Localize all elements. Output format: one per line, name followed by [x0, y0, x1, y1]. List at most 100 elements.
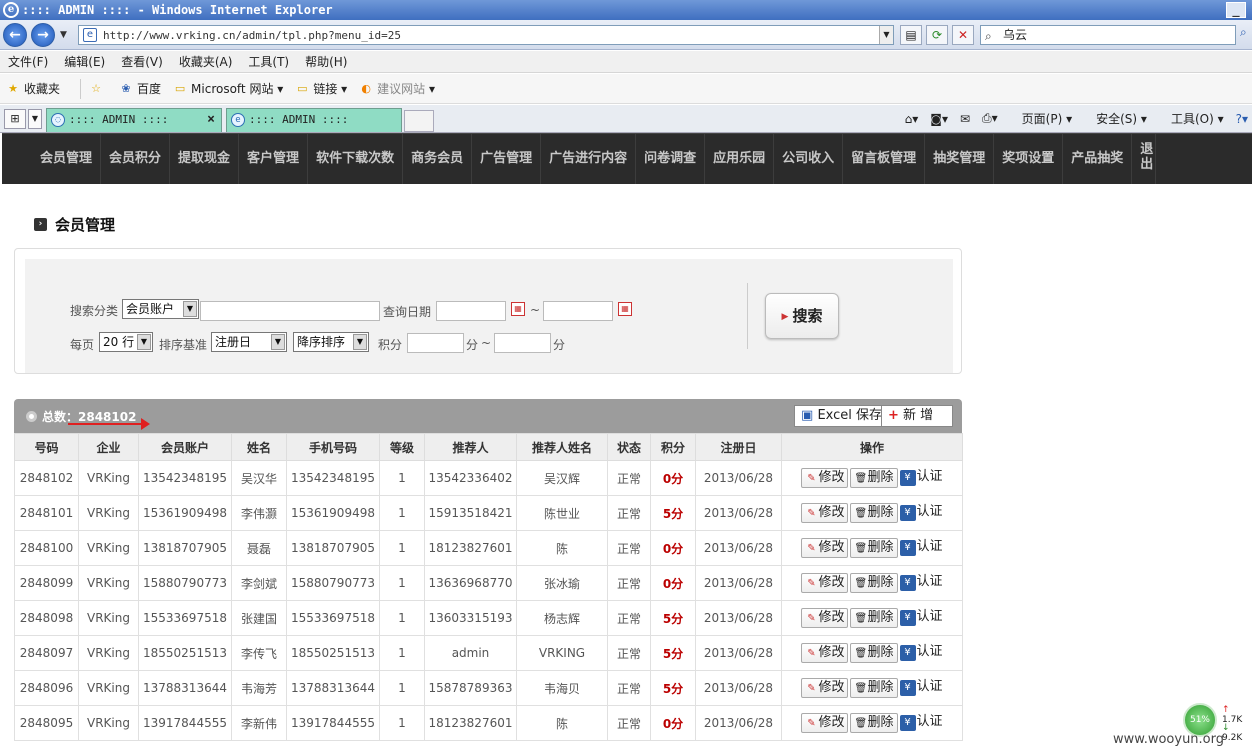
menu-edit[interactable]: 编辑(E) [64, 53, 105, 70]
verify-button[interactable]: ¥ 认证 [899, 678, 943, 698]
delete-button[interactable]: 🗑删除 [850, 643, 898, 663]
nav-survey[interactable]: 问卷调查 [636, 134, 706, 184]
calendar-icon[interactable]: ▦ [511, 302, 525, 316]
delete-button[interactable]: 🗑删除 [850, 468, 898, 488]
verify-button[interactable]: ¥ 认证 [899, 643, 943, 663]
fav-baidu[interactable]: ❀ 百度 [119, 80, 161, 97]
fav-links[interactable]: ▭ 链接 ▾ [295, 80, 347, 97]
excel-save-button[interactable]: ▣ Excel 保存 [794, 405, 890, 427]
safety-menu[interactable]: 安全(S) ▾ [1084, 110, 1147, 127]
col-header[interactable]: 推荐人姓名 [516, 433, 608, 461]
feeds-icon[interactable]: ◙▾ [930, 112, 948, 126]
nav-app-park[interactable]: 应用乐园 [705, 134, 775, 184]
nav-message-board[interactable]: 留言板管理 [843, 134, 926, 184]
nav-business-member[interactable]: 商务会员 [403, 134, 473, 184]
mail-icon[interactable]: ✉ [960, 112, 970, 126]
nav-lottery-manage[interactable]: 抽奖管理 [925, 134, 995, 184]
url-dropdown-icon[interactable]: ▼ [879, 26, 893, 44]
tab-list-dropdown[interactable]: ▼ [28, 109, 42, 129]
col-header[interactable]: 等级 [379, 433, 425, 461]
search-go-icon[interactable]: ⌕ [1240, 25, 1247, 40]
sort-by-select[interactable]: 注册日 ▼ [211, 332, 287, 352]
verify-button[interactable]: ¥ 认证 [899, 538, 943, 558]
close-tab-icon[interactable]: × [207, 109, 215, 131]
stop-button[interactable]: ✕ [952, 25, 974, 45]
edit-button[interactable]: ✎ 修改 [801, 468, 849, 488]
edit-button[interactable]: ✎ 修改 [801, 608, 849, 628]
add-favorite-button[interactable]: ☆ [89, 82, 107, 96]
verify-button[interactable]: ¥ 认证 [899, 468, 943, 488]
col-header[interactable]: 状态 [607, 433, 651, 461]
menu-view[interactable]: 查看(V) [121, 53, 163, 70]
compat-view-button[interactable]: ▤ [900, 25, 922, 45]
forward-button[interactable]: → [31, 23, 55, 47]
edit-button[interactable]: ✎ 修改 [801, 713, 849, 733]
quick-tabs-button[interactable]: ⊞ [4, 109, 26, 129]
back-button[interactable]: ← [3, 23, 27, 47]
edit-button[interactable]: ✎ 修改 [801, 678, 849, 698]
delete-button[interactable]: 🗑删除 [850, 538, 898, 558]
nav-download-count[interactable]: 软件下载次数 [308, 134, 404, 184]
points-max-input[interactable] [494, 333, 551, 353]
menu-favorites[interactable]: 收藏夹(A) [179, 53, 233, 70]
verify-button[interactable]: ¥ 认证 [899, 608, 943, 628]
edit-button[interactable]: ✎ 修改 [801, 538, 849, 558]
menu-tools[interactable]: 工具(T) [248, 53, 289, 70]
nav-member-manage[interactable]: 会员管理 [32, 134, 102, 184]
minimize-button[interactable]: _ [1226, 2, 1246, 18]
col-header[interactable]: 手机号码 [286, 433, 380, 461]
favorites-button[interactable]: ★ 收藏夹 [6, 80, 60, 97]
search-input[interactable]: ⌕ 乌云 [980, 25, 1236, 45]
calendar-icon[interactable]: ▦ [618, 302, 632, 316]
delete-button[interactable]: 🗑删除 [850, 608, 898, 628]
help-icon[interactable]: ?▾ [1236, 112, 1248, 126]
date-from-input[interactable] [436, 301, 506, 321]
col-header[interactable]: 号码 [14, 433, 79, 461]
home-icon[interactable]: ⌂▾ [905, 112, 919, 126]
add-new-button[interactable]: + 新 增 [881, 405, 953, 427]
col-header[interactable]: 注册日 [695, 433, 782, 461]
menu-help[interactable]: 帮助(H) [305, 53, 347, 70]
col-header[interactable]: 会员账户 [138, 433, 232, 461]
nav-withdraw-cash[interactable]: 提取现金 [170, 134, 240, 184]
search-category-select[interactable]: 会员账户 ▼ [122, 299, 199, 319]
col-header[interactable]: 积分 [650, 433, 696, 461]
new-tab-button[interactable] [404, 110, 434, 132]
nav-company-income[interactable]: 公司收入 [774, 134, 844, 184]
delete-button[interactable]: 🗑删除 [850, 503, 898, 523]
verify-button[interactable]: ¥ 认证 [899, 503, 943, 523]
fav-suggest[interactable]: ◐ 建议网站 ▾ [359, 80, 435, 97]
page-menu[interactable]: 页面(P) ▾ [1010, 110, 1072, 127]
verify-button[interactable]: ¥ 认证 [899, 573, 943, 593]
delete-button[interactable]: 🗑删除 [850, 713, 898, 733]
col-header[interactable]: 姓名 [231, 433, 287, 461]
search-keyword-input[interactable] [200, 301, 380, 321]
menu-file[interactable]: 文件(F) [8, 53, 48, 70]
nav-customer-manage[interactable]: 客户管理 [239, 134, 309, 184]
nav-member-points[interactable]: 会员积分 [101, 134, 171, 184]
sort-order-select[interactable]: 降序排序 ▼ [293, 332, 369, 352]
edit-button[interactable]: ✎ 修改 [801, 503, 849, 523]
edit-button[interactable]: ✎ 修改 [801, 573, 849, 593]
col-header[interactable]: 企业 [78, 433, 139, 461]
nav-ad-manage[interactable]: 广告管理 [472, 134, 542, 184]
verify-button[interactable]: ¥ 认证 [899, 713, 943, 733]
search-button[interactable]: ▶ 搜索 [765, 293, 839, 339]
delete-button[interactable]: 🗑删除 [850, 678, 898, 698]
date-to-input[interactable] [543, 301, 613, 321]
nav-product-lottery[interactable]: 产品抽奖 [1063, 134, 1133, 184]
col-header[interactable]: 推荐人 [424, 433, 517, 461]
edit-button[interactable]: ✎ 修改 [801, 643, 849, 663]
address-field[interactable]: e http://www.vrking.cn/admin/tpl.php?men… [78, 25, 894, 45]
tab-admin-2[interactable]: e :::: ADMIN :::: [226, 108, 402, 132]
delete-button[interactable]: 🗑删除 [850, 573, 898, 593]
nav-logout[interactable]: 退出 [1132, 134, 1157, 184]
tools-menu[interactable]: 工具(O) ▾ [1159, 110, 1224, 127]
per-page-select[interactable]: 20 行 ▼ [99, 332, 153, 352]
points-min-input[interactable] [407, 333, 464, 353]
history-dropdown-icon[interactable]: ▼ [60, 30, 67, 40]
refresh-button[interactable]: ⟳ [926, 25, 948, 45]
tab-admin-1[interactable]: ◌ :::: ADMIN :::: × [46, 108, 222, 132]
fav-microsoft[interactable]: ▭ Microsoft 网站 ▾ [173, 80, 283, 97]
print-icon[interactable]: ⎙▾ [982, 111, 998, 126]
